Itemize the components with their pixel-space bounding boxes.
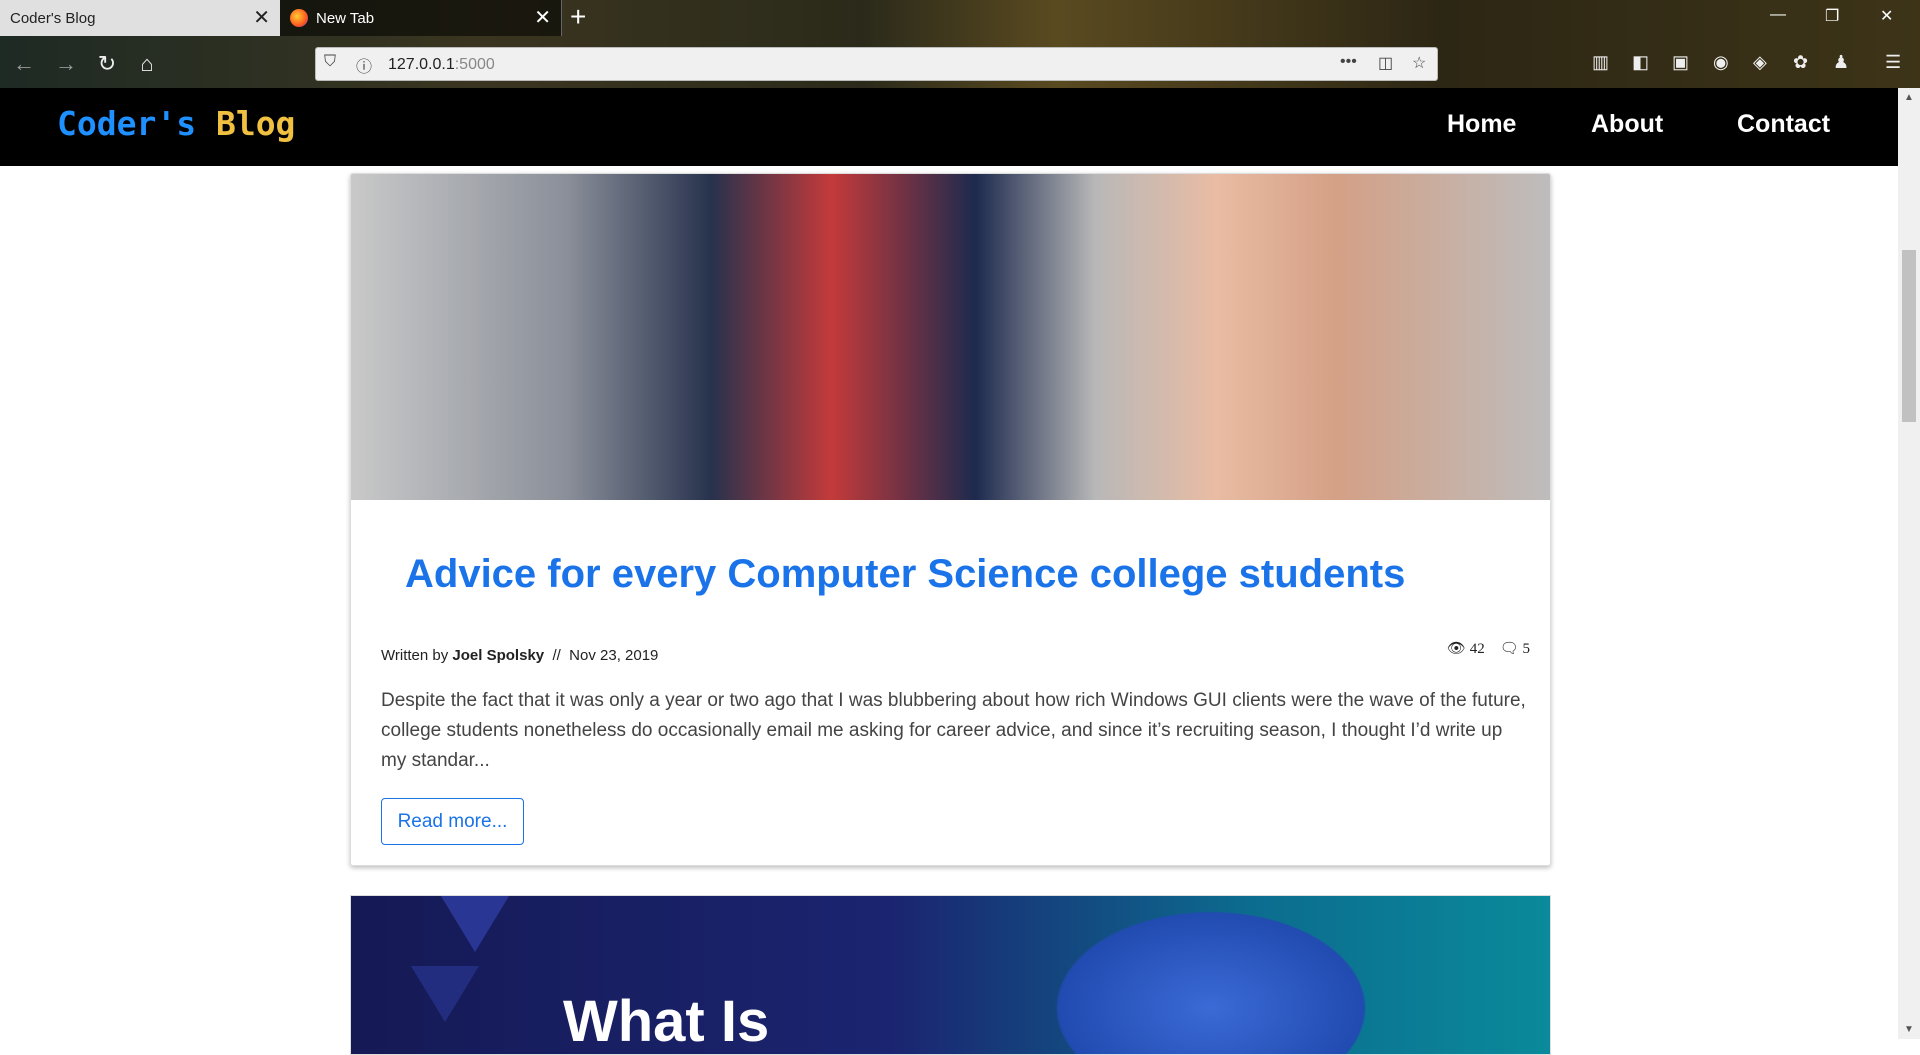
scroll-down-icon[interactable]: ▼ [1904,1024,1914,1035]
triangle-decor [411,966,479,1022]
tab-label: New Tab [316,9,375,27]
figure-icon[interactable]: ♟ [1833,52,1849,73]
addon-icon[interactable]: ✿ [1793,52,1808,73]
tab-coders-blog[interactable]: Coder's Blog ✕ [0,0,280,36]
new-tab-button[interactable]: + [570,2,586,32]
extension-icon[interactable]: ◈ [1753,52,1767,73]
post-author: Joel Spolsky [452,647,545,664]
page-scrollbar[interactable]: ▲ ▼ [1898,88,1920,1039]
read-more-button[interactable]: Read more... [381,798,524,845]
post-stats: 👁 42 🗨 5 [1447,639,1530,658]
account-icon[interactable]: ◉ [1713,52,1729,73]
post-date: Nov 23, 2019 [569,647,659,664]
post-card-2: What Is [350,895,1551,1055]
close-window-icon[interactable]: ✕ [1880,6,1893,26]
nav-home[interactable]: Home [1447,110,1516,139]
close-icon[interactable]: ✕ [534,8,551,28]
site-logo[interactable]: Coder's Blog [57,104,295,143]
post-meta: Written by Joel Spolsky // Nov 23, 2019 [381,647,658,664]
firefox-icon [290,9,308,27]
views-count: 42 [1469,641,1485,657]
site-header: Coder's Blog Home About Contact [0,88,1898,166]
forward-icon[interactable]: → [52,50,80,78]
comments-count: 5 [1522,641,1531,657]
browser-toolbar: ← → ↻ ⌂ ⛉ ⓘ 127.0.0.1:5000 ••• ◫ ☆ ▥ ◧ ▣… [0,44,1920,84]
written-by-label: Written by [381,647,449,664]
post-excerpt: Despite the fact that it was only a year… [381,690,1526,771]
tab-strip: Coder's Blog ✕ New Tab ✕ + — ❐ ✕ [0,0,1920,36]
back-icon[interactable]: ← [10,50,38,78]
meta-separator: // [552,647,561,664]
more-icon[interactable]: ••• [1340,53,1357,71]
url-text[interactable]: 127.0.0.1:5000 [388,56,495,74]
sidebar-icon[interactable]: ◧ [1632,52,1649,73]
post-card: Advice for every Computer Science colleg… [350,173,1551,866]
menu-icon[interactable]: ☰ [1885,52,1901,73]
pocket-icon[interactable]: ◫ [1378,53,1393,73]
reload-icon[interactable]: ↻ [93,50,121,78]
home-icon[interactable]: ⌂ [133,50,161,78]
close-icon[interactable]: ✕ [253,8,270,28]
screenshot-icon[interactable]: ▣ [1672,52,1689,73]
eye-icon: 👁 [1446,641,1466,657]
cloud-server-illustration [1031,896,1391,1054]
post-title[interactable]: Advice for every Computer Science colleg… [405,552,1405,597]
browser-chrome: Coder's Blog ✕ New Tab ✕ + — ❐ ✕ ← → ↻ ⌂… [0,0,1920,88]
info-icon[interactable]: ⓘ [356,53,372,77]
library-icon[interactable]: ▥ [1592,52,1609,73]
restore-icon[interactable]: ❐ [1825,6,1839,26]
scroll-up-icon[interactable]: ▲ [1904,92,1914,103]
post-image[interactable] [351,174,1550,500]
scroll-thumb[interactable] [1902,250,1916,422]
address-bar[interactable]: ⛉ ⓘ 127.0.0.1:5000 ••• ◫ ☆ [315,47,1438,81]
shield-icon[interactable]: ⛉ [324,53,336,71]
nav-about[interactable]: About [1591,110,1663,139]
minimize-icon[interactable]: — [1770,6,1786,24]
tab-label: Coder's Blog [10,9,96,27]
nav-contact[interactable]: Contact [1737,110,1830,139]
comment-icon: 🗨 [1499,641,1519,657]
post2-image-text: What Is [563,989,770,1054]
triangle-decor [441,896,509,952]
bookmark-star-icon[interactable]: ☆ [1412,53,1426,73]
tab-new-tab[interactable]: New Tab ✕ [280,0,562,36]
